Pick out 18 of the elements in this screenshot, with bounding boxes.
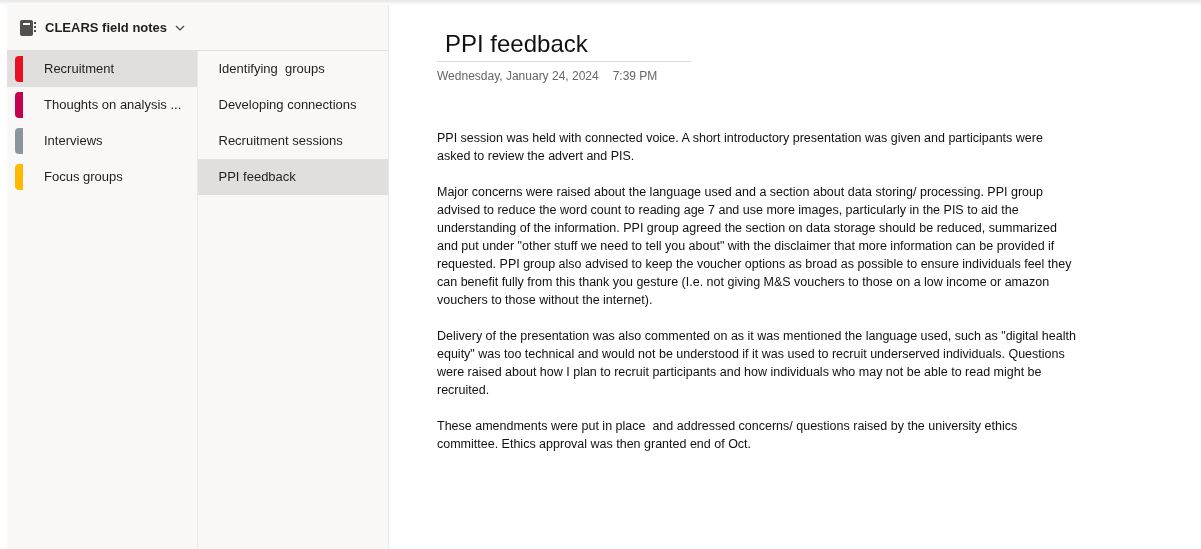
chevron-down-icon — [175, 24, 186, 31]
page-time: 7:39 PM — [612, 68, 658, 85]
note-paragraph: These amendments were put in place and addressed concerns/ questions raised by the university ethics committee. Ethics approval was then granted end of Oct. — [437, 418, 1019, 453]
section-tab[interactable]: Focus groups — [7, 159, 197, 195]
notebook-selector[interactable]: CLEARS field notes — [45, 17, 186, 38]
page-date: Wednesday, January 24, 2024 — [437, 68, 599, 85]
page-item[interactable]: Recruitment sessions — [197, 123, 388, 159]
section-tab[interactable]: Recruitment — [7, 51, 197, 87]
note-paragraph: PPI session was held with connected voice. A short introductory presentation was given and participants were asked to review the advert and PIS. — [437, 130, 1044, 165]
section-tab[interactable]: Thoughts on analysis ... — [7, 87, 197, 123]
note-paragraph: Delivery of the presentation was also commented on as it was mentioned the language used, such as "digital health equity" was too technical and would not be understood if it was used to recruit underserved individuals. Questions were raised about how I plan to recruit participants and how individuals who may not be able to read might be recruited. — [437, 328, 1077, 399]
page-item[interactable]: PPI feedback — [197, 159, 388, 195]
page-item[interactable]: Developing connections — [197, 87, 388, 123]
note-paragraph: Major concerns were raised about the language used and a section about data storing/ processing. PPI group advised to reduce the word count to reading age 7 and use more images, particularly in the PIS to aid the understanding of the information. PPI group agreed the section on data storage should be reduced, summarized and put under "other stuff we need to tell you about" with the disclaimer that more information can be provided if requested. PPI group also advised to keep the voucher options as broad as possible to ensure individuals feel they can benefit fully from this thank you gesture (I.e. not giving M&S vouchers to those on a low income or amazon vouchers to those without the internet). — [437, 184, 1073, 309]
page-title[interactable]: PPI feedback — [445, 29, 691, 59]
section-tab[interactable]: Interviews — [7, 123, 197, 159]
notebook-icon — [19, 18, 37, 37]
page-item[interactable]: Identifying groups — [197, 51, 388, 87]
